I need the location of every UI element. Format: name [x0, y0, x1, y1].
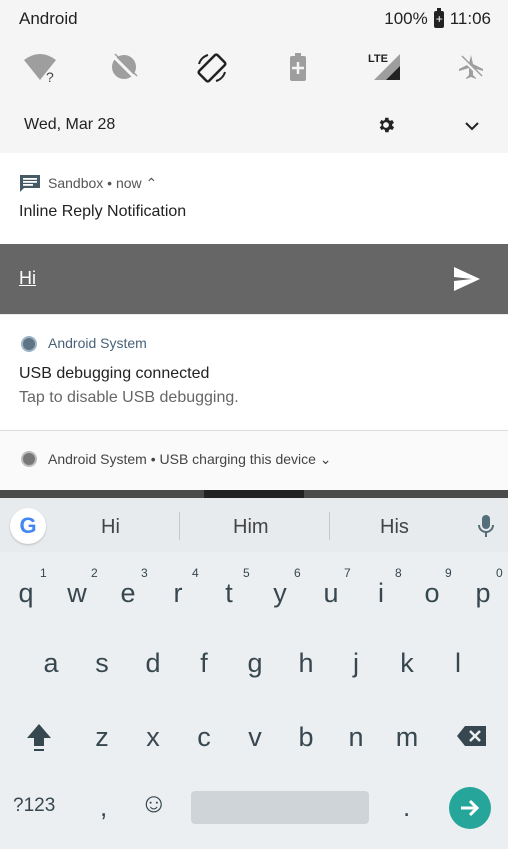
key-v[interactable]: v: [231, 717, 279, 757]
google-logo-icon[interactable]: G: [10, 508, 46, 544]
key-hint-7: 7: [344, 566, 351, 580]
android-system-icon: [21, 336, 37, 352]
microphone-icon[interactable]: [478, 514, 494, 538]
shift-icon[interactable]: [25, 722, 53, 752]
expand-chevron-icon[interactable]: [464, 120, 480, 132]
backspace-icon[interactable]: [456, 725, 488, 747]
suggestion-3[interactable]: His: [380, 516, 409, 539]
send-icon[interactable]: [453, 266, 481, 292]
status-right: 100% + 11:06: [384, 7, 491, 29]
battery-saver-icon[interactable]: [289, 53, 307, 81]
suggestion-divider: [329, 512, 330, 540]
key-x[interactable]: x: [129, 717, 177, 757]
key-z[interactable]: z: [78, 717, 126, 757]
emoji-icon[interactable]: ☺: [140, 788, 168, 819]
airplane-mode-icon[interactable]: [457, 53, 485, 81]
key-m[interactable]: m: [383, 717, 431, 757]
enter-key[interactable]: [449, 787, 491, 829]
key-hint-1: 1: [40, 566, 47, 580]
quick-settings-panel: [0, 38, 508, 154]
sync-off-icon[interactable]: [109, 52, 139, 82]
carrier-name: Android: [19, 9, 78, 28]
key-b[interactable]: b: [282, 717, 330, 757]
notification-summary: Android System • USB charging this devic…: [48, 451, 332, 467]
spacebar[interactable]: [191, 791, 369, 824]
message-icon: [20, 175, 40, 192]
key-f[interactable]: f: [180, 643, 228, 683]
key-k[interactable]: k: [383, 643, 431, 683]
notification-title: Inline Reply Notification: [19, 203, 187, 220]
svg-text:?: ?: [46, 69, 54, 84]
android-system-icon: [21, 451, 37, 467]
key-l[interactable]: l: [434, 643, 482, 683]
key-g[interactable]: g: [231, 643, 279, 683]
key-hint-6: 6: [294, 566, 301, 580]
date-label: Wed, Mar 28: [24, 116, 116, 133]
arrow-right-icon: [461, 799, 480, 817]
notification-app-name: Android System: [48, 335, 147, 351]
notification-inline-reply[interactable]: [0, 153, 508, 244]
suggestion-2[interactable]: Him: [233, 516, 269, 539]
reply-input[interactable]: Hi: [19, 268, 36, 289]
key-s[interactable]: s: [78, 643, 126, 683]
key-hint-2: 2: [91, 566, 98, 580]
settings-gear-icon[interactable]: [376, 115, 396, 135]
key-a[interactable]: a: [27, 643, 75, 683]
notification-subtitle: Tap to disable USB debugging.: [19, 389, 239, 406]
key-hint-9: 9: [445, 566, 452, 580]
notification-app-header: Sandbox • now ⌃: [48, 175, 158, 191]
lte-signal-icon[interactable]: LTE: [368, 52, 402, 82]
battery-percent: 100%: [384, 9, 428, 28]
key-j[interactable]: j: [332, 643, 380, 683]
status-bar: Android 100% + 11:06: [0, 0, 508, 38]
key-n[interactable]: n: [332, 717, 380, 757]
comma-key[interactable]: ,: [100, 792, 107, 823]
auto-rotate-icon[interactable]: [196, 52, 228, 84]
key-d[interactable]: d: [129, 643, 177, 683]
key-hint-0: 0: [496, 566, 503, 580]
key-hint-4: 4: [192, 566, 199, 580]
key-h[interactable]: h: [282, 643, 330, 683]
wifi-unknown-icon[interactable]: ?: [22, 52, 58, 84]
key-hint-5: 5: [243, 566, 250, 580]
key-hint-3: 3: [141, 566, 148, 580]
notification-title: USB debugging connected: [19, 365, 210, 382]
inline-reply-bar[interactable]: [0, 244, 508, 314]
battery-icon: +: [433, 7, 444, 28]
keyboard-drag-handle: [0, 490, 508, 498]
svg-text:LTE: LTE: [368, 53, 388, 65]
symbols-key[interactable]: ?123: [13, 795, 55, 817]
suggestion-divider: [179, 512, 180, 540]
period-key[interactable]: .: [403, 792, 410, 823]
key-c[interactable]: c: [180, 717, 228, 757]
clock: 11:06: [449, 9, 491, 28]
key-hint-8: 8: [395, 566, 402, 580]
suggestion-1[interactable]: Hi: [101, 516, 120, 539]
